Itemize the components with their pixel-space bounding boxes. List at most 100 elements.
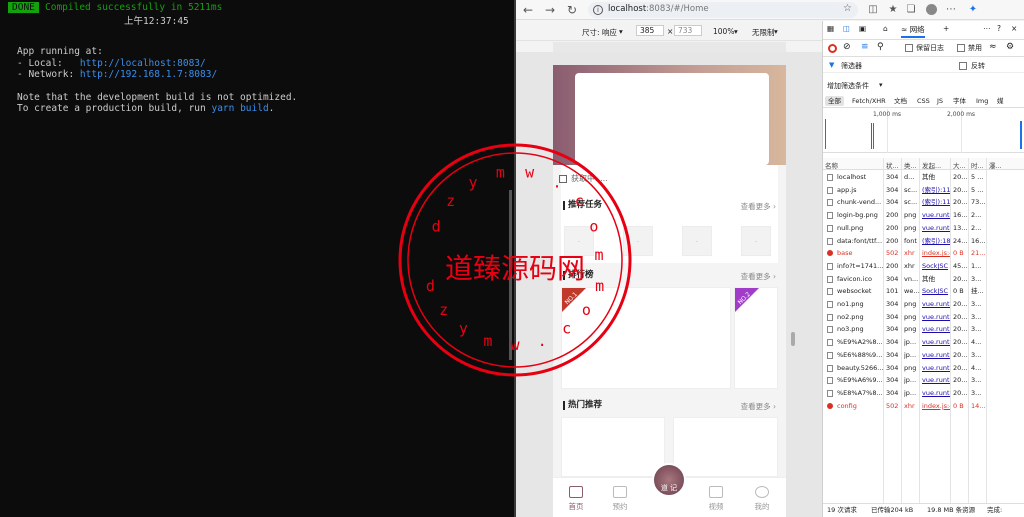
request-row[interactable]: no3.png 304 png vue.runti 20... 3...: [823, 323, 1024, 336]
request-row[interactable]: no2.png 304 png vue.runti 20... 3...: [823, 311, 1024, 324]
column-header[interactable]: 时...: [971, 160, 984, 170]
request-row[interactable]: %E8%A7%8... 304 jp... vue.runti 20... 3...: [823, 387, 1024, 400]
request-initiator[interactable]: 其他: [922, 273, 950, 286]
filter-type[interactable]: 媒: [994, 96, 1007, 106]
column-header[interactable]: 类...: [904, 160, 917, 170]
dimensions-select[interactable]: 尺寸: 响应: [582, 27, 617, 38]
back-icon[interactable]: ←: [520, 2, 536, 18]
request-row[interactable]: config 502 xhr index.js:40 B 14...: [823, 400, 1024, 413]
filter-toggle-icon[interactable]: ≌: [861, 42, 869, 52]
favorites-icon[interactable]: ★: [886, 3, 900, 17]
filter-type[interactable]: 文档: [891, 96, 910, 106]
request-row[interactable]: no1.png 304 png vue.runti 20... 3...: [823, 298, 1024, 311]
search-icon[interactable]: ⚲: [877, 42, 884, 52]
task-item[interactable]: .: [682, 226, 712, 256]
request-initiator[interactable]: vue.runti: [922, 323, 950, 336]
center-logo-button[interactable]: 道 记: [652, 463, 686, 497]
reload-icon[interactable]: ↻: [564, 2, 580, 18]
request-row[interactable]: app.js 304 sc... (索引):11 20... 5 ...: [823, 184, 1024, 197]
request-initiator[interactable]: (索引):11: [922, 196, 950, 209]
request-initiator[interactable]: index.js:4: [922, 400, 950, 413]
request-initiator[interactable]: vue.runti: [922, 387, 950, 400]
height-input[interactable]: 733: [674, 25, 702, 36]
request-row[interactable]: beauty.5266... 304 png vue.runti 20... 4...: [823, 362, 1024, 375]
request-row[interactable]: favicon.ico 304 vn... 其他 20... 3...: [823, 273, 1024, 286]
zoom-dropdown-icon[interactable]: ▾: [734, 27, 738, 36]
throttle-dropdown-icon[interactable]: ▾: [774, 27, 778, 36]
filter-type[interactable]: CSS: [914, 96, 933, 106]
invert-checkbox[interactable]: [959, 62, 967, 70]
filter-type[interactable]: Fetch/XHR: [849, 96, 889, 106]
copilot-icon[interactable]: ✦: [966, 3, 980, 17]
request-row[interactable]: data:font/ttf... 200 font (索引):18 24... 16...: [823, 235, 1024, 248]
more-menu-icon[interactable]: ⋯: [944, 3, 958, 17]
request-row[interactable]: chunk-vend... 304 sc... (索引):11 20... 73...: [823, 196, 1024, 209]
request-row[interactable]: null.png 200 png vue.runti 13... 2...: [823, 222, 1024, 235]
throttle-select[interactable]: 无限制: [752, 27, 775, 38]
media-query-ruler[interactable]: [553, 42, 786, 52]
filter-input[interactable]: 筛选器: [841, 61, 951, 71]
tab-home[interactable]: 首页: [561, 480, 591, 512]
zoom-select[interactable]: 100%: [713, 27, 734, 36]
request-initiator[interactable]: SockJSC: [922, 260, 950, 273]
hot-more-link[interactable]: 查看更多 ›: [741, 401, 776, 412]
request-row[interactable]: localhost 304 d... 其他 20... 5 ...: [823, 171, 1024, 184]
local-url-link[interactable]: http://localhost:8083/: [80, 58, 206, 69]
request-initiator[interactable]: vue.runti: [922, 222, 950, 235]
request-initiator[interactable]: vue.runti: [922, 336, 950, 349]
preserve-log-checkbox[interactable]: [905, 44, 913, 52]
overview-timeline[interactable]: 1,000 ms 2,000 ms: [823, 109, 1024, 153]
collections-icon[interactable]: ❏: [904, 3, 918, 17]
width-input[interactable]: 385: [636, 25, 664, 36]
filter-type[interactable]: 全部: [825, 96, 844, 106]
filter-type[interactable]: JS: [934, 96, 946, 106]
viewport-resize-handle[interactable]: [791, 332, 795, 346]
request-initiator[interactable]: index.js:4: [922, 247, 950, 260]
record-icon[interactable]: [828, 44, 837, 53]
column-header[interactable]: 瀑...: [989, 160, 1002, 170]
request-row[interactable]: %E6%88%9... 304 jp... vue.runti 20... 3...: [823, 349, 1024, 362]
more-tools-icon[interactable]: ⋯: [983, 24, 991, 33]
task-item[interactable]: .: [741, 226, 771, 256]
tab-mine[interactable]: 我的: [747, 480, 777, 512]
request-initiator[interactable]: vue.runti: [922, 209, 950, 222]
sidebar-toggle-icon[interactable]: ▣: [859, 24, 866, 33]
hot-card[interactable]: [673, 417, 778, 477]
help-icon[interactable]: ?: [997, 24, 1001, 33]
device-emulation-icon[interactable]: ▦: [827, 24, 834, 33]
request-initiator[interactable]: (索引):11: [922, 184, 950, 197]
request-initiator[interactable]: vue.runti: [922, 362, 950, 375]
home-tab-icon[interactable]: ⌂: [883, 24, 888, 33]
hot-card[interactable]: [561, 417, 665, 477]
rank-card[interactable]: NO.2: [734, 287, 778, 389]
rank-more-link[interactable]: 查看更多 ›: [741, 271, 776, 282]
site-info-icon[interactable]: i: [593, 5, 603, 15]
bookmark-star-icon[interactable]: ☆: [843, 3, 852, 14]
forward-icon[interactable]: →: [542, 2, 558, 18]
throttle-icon[interactable]: ≈: [989, 42, 997, 52]
column-header[interactable]: 大...: [953, 160, 966, 170]
tab-video[interactable]: 视频: [701, 480, 731, 512]
split-screen-icon[interactable]: ◫: [866, 3, 880, 17]
settings-gear-icon[interactable]: ⚙: [1006, 42, 1014, 52]
clear-icon[interactable]: ⊘: [843, 42, 851, 52]
request-row[interactable]: info?t=1741... 200 xhr SockJSC 45... 1...: [823, 260, 1024, 273]
disable-cache-checkbox[interactable]: [957, 44, 965, 52]
column-header[interactable]: 状...: [886, 160, 899, 170]
request-row[interactable]: websocket 101 we... SockJSC 0 B 挂...: [823, 285, 1024, 298]
network-url-link[interactable]: http://192.168.1.7:8083/: [80, 69, 217, 80]
request-row[interactable]: %E9%A2%8... 304 jp... vue.runti 20... 4...: [823, 336, 1024, 349]
close-icon[interactable]: ×: [1011, 24, 1017, 33]
filter-type[interactable]: Img: [973, 96, 991, 106]
request-initiator[interactable]: vue.runti: [922, 311, 950, 324]
tasks-more-link[interactable]: 查看更多 ›: [741, 201, 776, 212]
request-initiator[interactable]: vue.runti: [922, 349, 950, 362]
filter-type[interactable]: 字体: [950, 96, 969, 106]
column-header[interactable]: 名称: [825, 160, 838, 170]
request-initiator[interactable]: 其他: [922, 171, 950, 184]
more-filters-row[interactable]: 增加筛选条件 ▾: [823, 81, 1024, 93]
tab-network[interactable]: ≈ 网络: [901, 24, 925, 38]
column-header[interactable]: 发起...: [922, 160, 941, 170]
request-row[interactable]: base 502 xhr index.js:40 B 21...: [823, 247, 1024, 260]
device-toggle-icon[interactable]: ◫: [843, 24, 850, 33]
